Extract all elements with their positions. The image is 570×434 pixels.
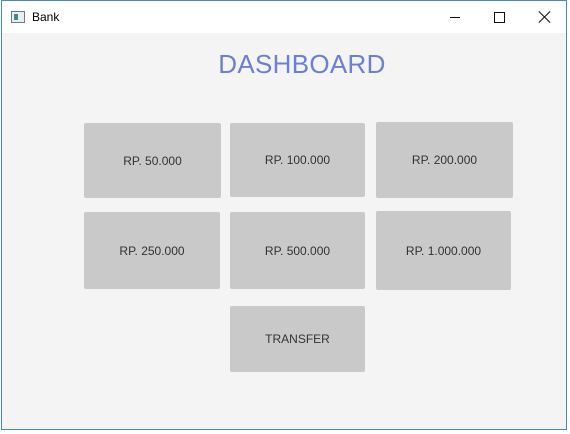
close-button[interactable] (522, 1, 567, 33)
window-title: Bank (32, 10, 60, 24)
withdraw-100000-button[interactable]: RP. 100.000 (230, 123, 365, 197)
dashboard-heading: DASHBOARD (218, 49, 386, 79)
withdraw-200000-button[interactable]: RP. 200.000 (376, 122, 513, 198)
withdraw-250000-button[interactable]: RP. 250.000 (84, 212, 220, 289)
withdraw-50000-button[interactable]: RP. 50.000 (84, 123, 221, 198)
app-window: Bank DASHBOARD RP. 50.000 RP. 100.000 RP… (1, 0, 567, 430)
minimize-button[interactable] (432, 1, 477, 33)
transfer-button[interactable]: TRANSFER (230, 306, 365, 372)
withdraw-1000000-button[interactable]: RP. 1.000.000 (376, 211, 511, 290)
maximize-icon (494, 11, 505, 23)
maximize-button[interactable] (477, 1, 522, 33)
minimize-icon (449, 16, 460, 18)
withdraw-500000-button[interactable]: RP. 500.000 (230, 212, 365, 289)
close-icon (539, 11, 551, 23)
title-bar[interactable]: Bank (2, 1, 566, 33)
app-window-icon (11, 11, 25, 23)
